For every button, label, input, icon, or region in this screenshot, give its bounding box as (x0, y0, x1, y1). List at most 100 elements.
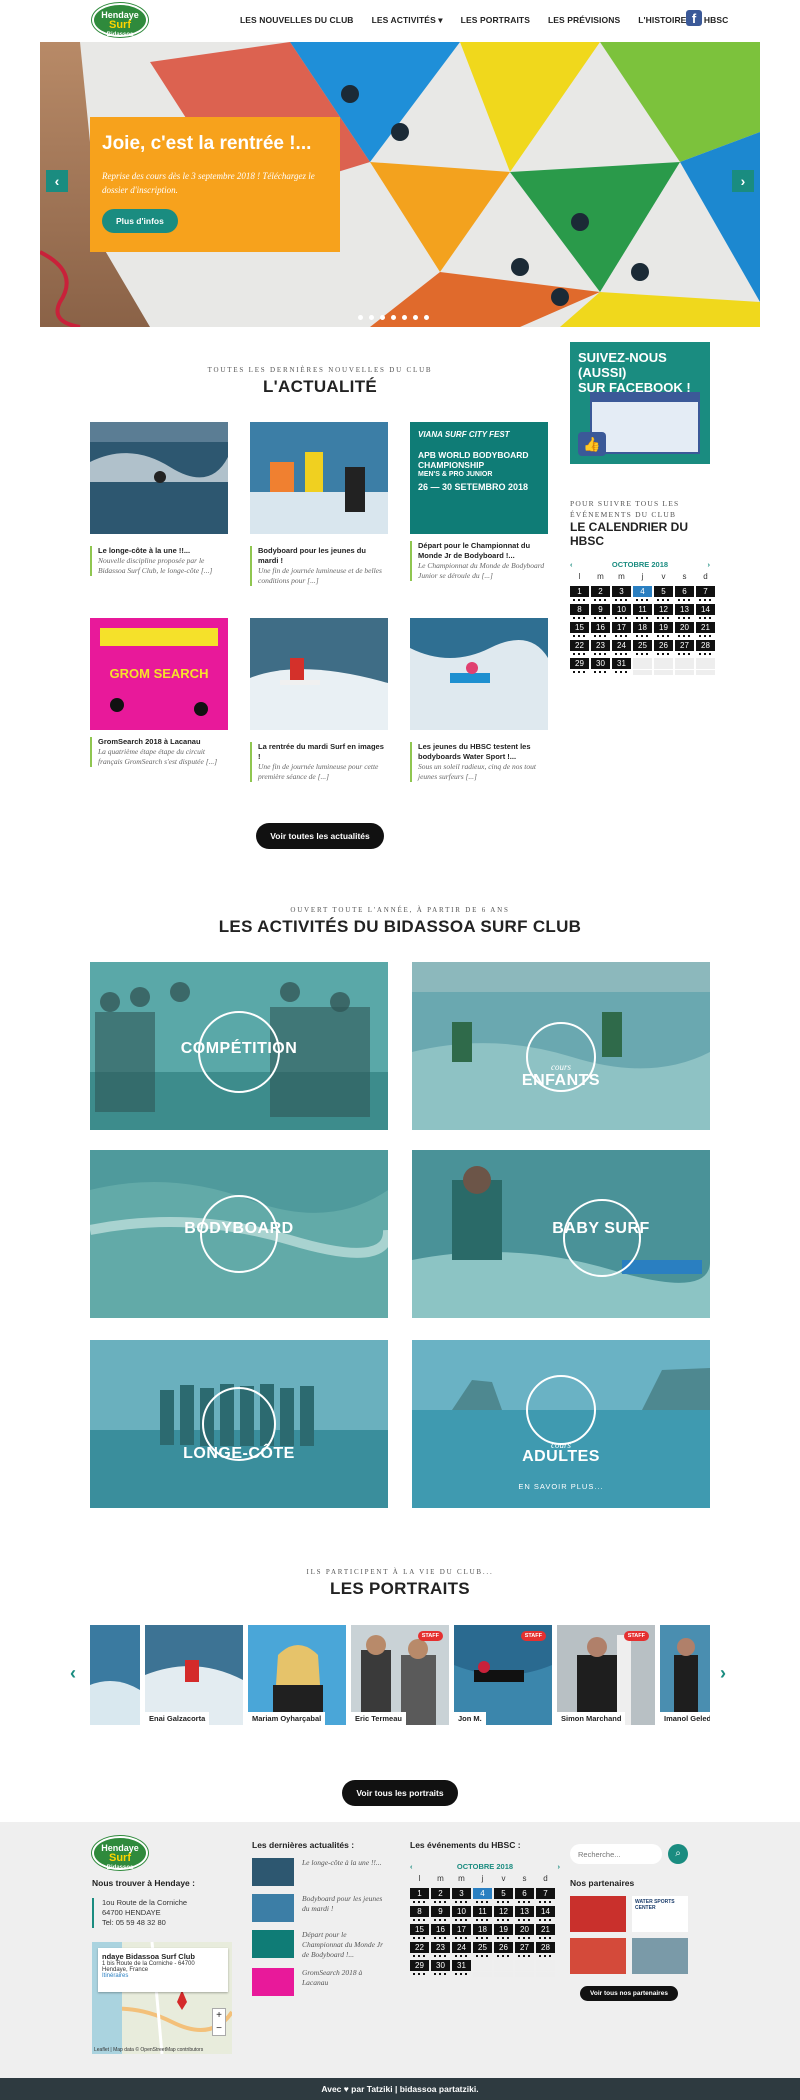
calendar-day[interactable]: 31 (452, 1960, 471, 1971)
slider-dot[interactable] (391, 315, 396, 320)
partner-logo[interactable] (570, 1938, 626, 1974)
facebook-icon[interactable]: f (686, 10, 702, 26)
footer-news-item[interactable]: GromSearch 2018 à Lacanau (252, 1968, 387, 1996)
calendar-day[interactable]: 21 (536, 1924, 555, 1935)
footer-news-link[interactable]: Le longe-côte à la une !!... (302, 1858, 382, 1886)
chevron-right-icon[interactable]: › (732, 170, 754, 192)
calendar-day[interactable]: 3 (612, 586, 631, 597)
calendar-day[interactable]: 13 (515, 1906, 534, 1917)
portrait-card[interactable]: STAFF Simon Marchand (557, 1625, 655, 1725)
nav-item-histoire[interactable]: L'HISTOIRE DU HBSC (638, 15, 728, 26)
calendar-day[interactable]: 31 (612, 658, 631, 669)
news-card[interactable]: VIANA SURF CITY FEST APB WORLD BODYBOARD… (410, 422, 548, 581)
slider-dot[interactable] (380, 315, 385, 320)
footer-news-item[interactable]: Bodyboard pour les jeunes du mardi ! (252, 1894, 387, 1922)
calendar-day[interactable]: 18 (473, 1924, 492, 1935)
calendar-day[interactable]: 24 (452, 1942, 471, 1953)
calendar-day[interactable]: 9 (431, 1906, 450, 1917)
activity-adultes[interactable]: cours ADULTES EN SAVOIR PLUS... (412, 1340, 710, 1508)
chevron-right-icon[interactable]: › (720, 1663, 726, 1684)
calendar-day[interactable]: 23 (591, 640, 610, 651)
partner-logo[interactable] (632, 1938, 688, 1974)
all-partners-button[interactable]: Voir tous nos partenaires (580, 1986, 678, 2001)
calendar-day[interactable]: 2 (431, 1888, 450, 1899)
calendar-day[interactable]: 14 (696, 604, 715, 615)
calendar-day[interactable]: 26 (494, 1942, 513, 1953)
calendar-day[interactable]: 24 (612, 640, 631, 651)
slider-dot[interactable] (358, 315, 363, 320)
calendar-day[interactable]: 17 (452, 1924, 471, 1935)
nav-item-activites[interactable]: LES ACTIVITÉS ▾ (372, 15, 443, 26)
news-card[interactable]: GROM SEARCH GromSearch 2018 à Lacanau La… (90, 618, 228, 767)
facebook-promo[interactable]: SUIVEZ-NOUS (AUSSI) SUR FACEBOOK ! 👍 (570, 342, 710, 464)
nav-item-previsions[interactable]: LES PRÉVISIONS (548, 15, 620, 26)
footer-news-item[interactable]: Le longe-côte à la une !!... (252, 1858, 387, 1886)
calendar-day[interactable]: 10 (612, 604, 631, 615)
calendar-day[interactable]: 27 (515, 1942, 534, 1953)
search-input[interactable] (570, 1844, 662, 1864)
calendar-day[interactable]: 13 (675, 604, 694, 615)
footer-news-item[interactable]: Départ pour le Championnat du Monde Jr d… (252, 1930, 387, 1960)
partner-logo[interactable]: WATER SPORTS CENTER (632, 1896, 688, 1932)
news-title[interactable]: La rentrée du mardi Surf en images ! (250, 742, 388, 762)
portrait-card[interactable]: Enai Galzacorta (145, 1625, 243, 1725)
calendar-day[interactable]: 5 (494, 1888, 513, 1899)
more-info-button[interactable]: Plus d'infos (102, 209, 178, 233)
calendar-day[interactable]: 15 (570, 622, 589, 633)
footer-news-link[interactable]: GromSearch 2018 à Lacanau (302, 1968, 387, 1996)
news-title[interactable]: GromSearch 2018 à Lacanau (90, 737, 228, 747)
footer-map[interactable]: ndaye Bidassoa Surf Club 1 bis Route de … (92, 1942, 232, 2054)
portrait-card[interactable]: STAFF Eric Termeau (351, 1625, 449, 1725)
activity-enfants[interactable]: cours ENFANTS (412, 962, 710, 1130)
all-portraits-button[interactable]: Voir tous les portraits (342, 1780, 458, 1806)
chevron-left-icon[interactable]: ‹ (570, 560, 573, 569)
calendar-day[interactable]: 8 (410, 1906, 429, 1917)
calendar-day[interactable]: 19 (654, 622, 673, 633)
news-card[interactable]: Le longe-côte à la une !!... Nouvelle di… (90, 422, 228, 576)
chevron-left-icon[interactable]: ‹ (46, 170, 68, 192)
more-link[interactable]: EN SAVOIR PLUS... (412, 1482, 710, 1491)
calendar-day[interactable]: 25 (633, 640, 652, 651)
portrait-card[interactable]: Mariam Oyharçabal (248, 1625, 346, 1725)
calendar-day[interactable]: 3 (452, 1888, 471, 1899)
activity-bodyboard[interactable]: BODYBOARD (90, 1150, 388, 1318)
slider-dot[interactable] (402, 315, 407, 320)
calendar-day[interactable]: 10 (452, 1906, 471, 1917)
news-card[interactable]: Les jeunes du HBSC testent les bodyboard… (410, 618, 548, 782)
news-card[interactable]: Bodyboard pour les jeunes du mardi ! Une… (250, 422, 388, 586)
calendar-day[interactable]: 1 (410, 1888, 429, 1899)
calendar-day[interactable]: 11 (633, 604, 652, 615)
calendar-day[interactable]: 11 (473, 1906, 492, 1917)
footer-logo[interactable]: Hendaye Surf Bidassoa (92, 1836, 148, 1871)
calendar-day[interactable]: 25 (473, 1942, 492, 1953)
calendar-day[interactable]: 19 (494, 1924, 513, 1935)
activity-competition[interactable]: COMPÉTITION (90, 962, 388, 1130)
slider-dot[interactable] (413, 315, 418, 320)
calendar-day[interactable]: 4 (473, 1888, 492, 1899)
directions-link[interactable]: Itinéraires (102, 1973, 224, 1979)
slider-dot[interactable] (369, 315, 374, 320)
calendar-day[interactable]: 22 (410, 1942, 429, 1953)
calendar-day[interactable]: 6 (675, 586, 694, 597)
portrait-card[interactable] (90, 1625, 140, 1725)
chevron-left-icon[interactable]: ‹ (410, 1862, 413, 1871)
calendar-day[interactable]: 28 (536, 1942, 555, 1953)
calendar-day[interactable]: 15 (410, 1924, 429, 1935)
chevron-right-icon[interactable]: › (557, 1862, 560, 1871)
calendar-day[interactable]: 6 (515, 1888, 534, 1899)
calendar-day[interactable]: 12 (494, 1906, 513, 1917)
slider-dot[interactable] (424, 315, 429, 320)
partner-logo[interactable] (570, 1896, 626, 1932)
calendar-day[interactable]: 2 (591, 586, 610, 597)
calendar-day[interactable]: 22 (570, 640, 589, 651)
calendar-day[interactable]: 7 (536, 1888, 555, 1899)
news-title[interactable]: Les jeunes du HBSC testent les bodyboard… (410, 742, 548, 762)
calendar-day[interactable]: 29 (410, 1960, 429, 1971)
map-zoom-controls[interactable]: + − (212, 2008, 226, 2036)
club-logo[interactable]: Hendaye Surf Bidassoa (92, 3, 148, 38)
calendar-day[interactable]: 18 (633, 622, 652, 633)
calendar-day[interactable]: 26 (654, 640, 673, 651)
calendar-day[interactable]: 23 (431, 1942, 450, 1953)
calendar-day[interactable]: 16 (431, 1924, 450, 1935)
chevron-left-icon[interactable]: ‹ (70, 1663, 76, 1684)
